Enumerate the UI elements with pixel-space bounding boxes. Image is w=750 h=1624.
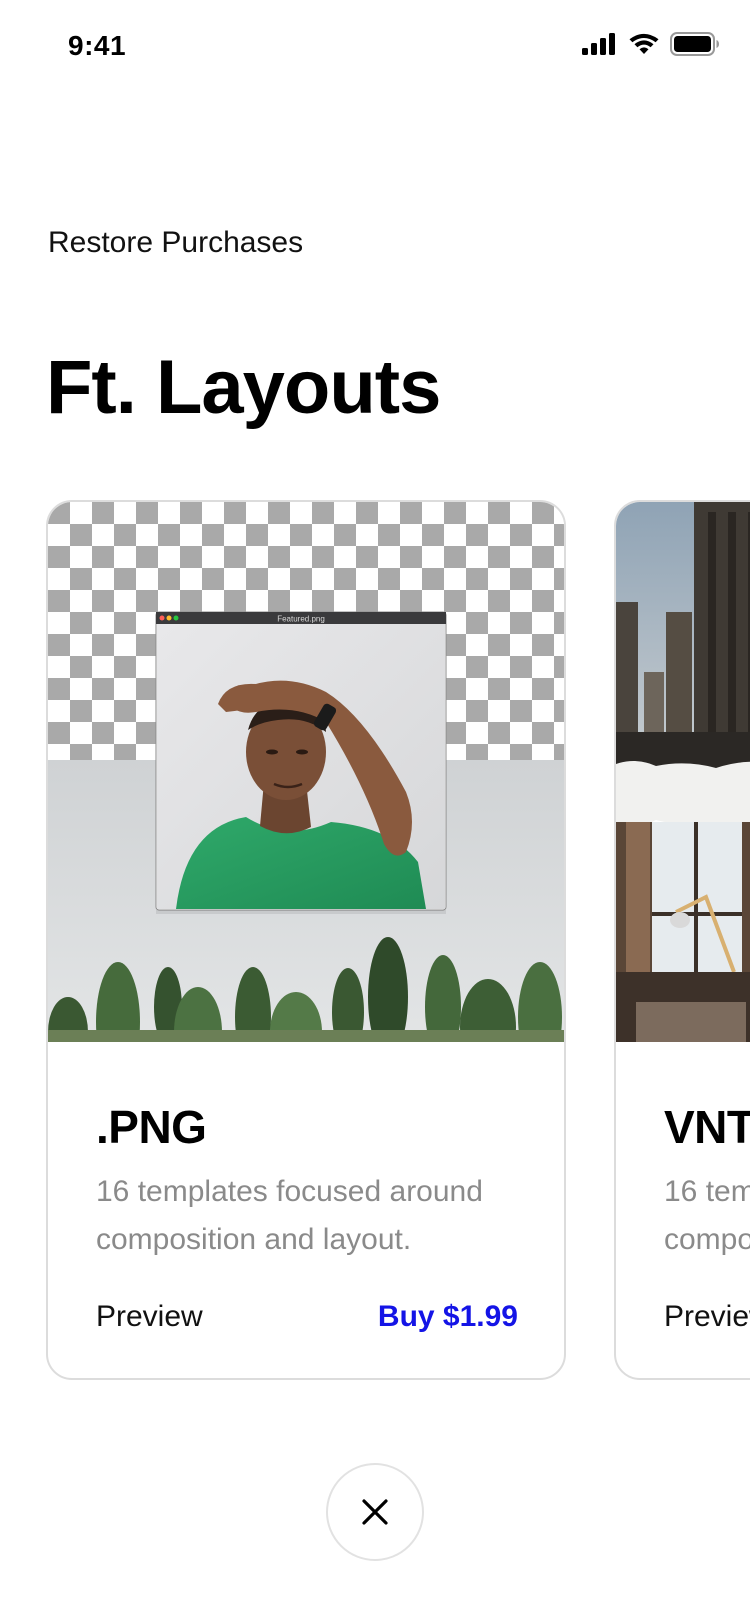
preview-button[interactable]: Preview	[664, 1300, 750, 1334]
card-preview-image	[616, 502, 750, 1042]
status-time: 9:41	[68, 30, 127, 61]
signal-icon	[582, 33, 615, 55]
status-icons	[582, 32, 720, 56]
close-icon	[362, 1499, 388, 1525]
png-artwork: Featured.png	[48, 502, 564, 1042]
card-description: 16 templates focused around composition …	[96, 1175, 483, 1256]
window-title: Featured.png	[277, 615, 325, 624]
layout-pack-card-vnt[interactable]: VNT 16 templates focused around composit…	[614, 500, 750, 1380]
layout-pack-card-png[interactable]: Featured.png .PNG 16 templates focused a…	[46, 500, 566, 1380]
preview-button[interactable]: Preview	[96, 1300, 203, 1334]
card-description: 16 templates focused around composition …	[664, 1175, 750, 1256]
card-body: VNT 16 templates focused around composit…	[616, 1044, 750, 1378]
close-button[interactable]	[326, 1463, 424, 1561]
card-title: VNT	[664, 1101, 750, 1153]
card-body: .PNG 16 templates focused around composi…	[48, 1044, 564, 1378]
layout-pack-carousel[interactable]: Featured.png .PNG 16 templates focused a…	[0, 500, 750, 1382]
card-title: .PNG	[96, 1101, 207, 1153]
card-preview-image: Featured.png	[48, 502, 564, 1042]
featured-window: Featured.png	[155, 611, 447, 911]
vnt-artwork	[616, 502, 750, 1042]
battery-icon	[670, 32, 719, 56]
page-title: Ft. Layouts	[46, 345, 441, 430]
buy-button[interactable]: Buy $1.99	[378, 1300, 518, 1334]
wifi-icon	[629, 33, 659, 54]
restore-purchases-button[interactable]: Restore Purchases	[48, 226, 303, 260]
status-bar: 9:41	[0, 0, 750, 96]
